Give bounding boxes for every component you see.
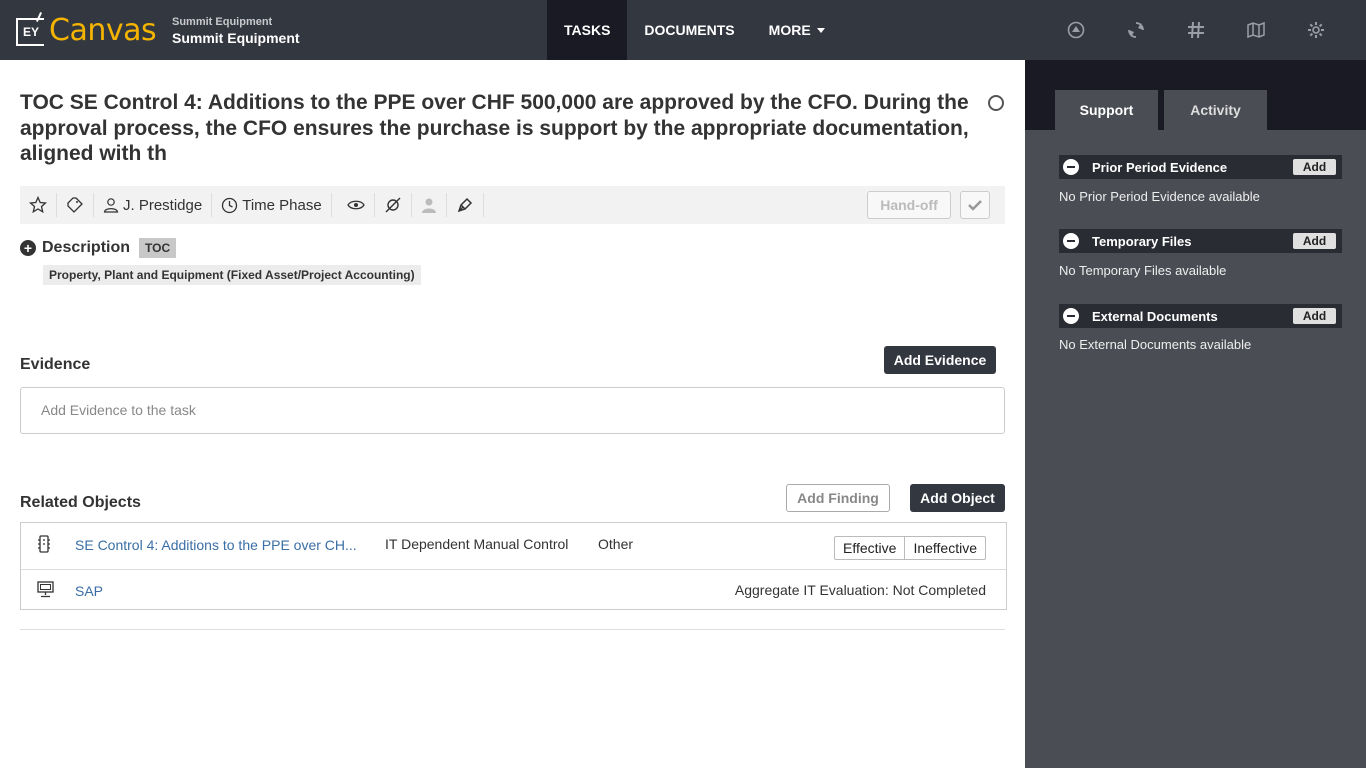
- refresh-icon[interactable]: [1124, 18, 1148, 42]
- ey-logo-text: EY: [23, 25, 40, 39]
- tag-button[interactable]: [57, 193, 94, 217]
- add-external-document-button[interactable]: Add: [1293, 308, 1336, 324]
- aggregate-value: Not Completed: [892, 582, 986, 598]
- related-objects-table: SE Control 4: Additions to the PPE over …: [20, 522, 1007, 610]
- add-temporary-file-button[interactable]: Add: [1293, 233, 1336, 249]
- prior-period-evidence-header: Prior Period Evidence Add: [1059, 155, 1342, 179]
- not-applicable-button[interactable]: [375, 193, 412, 217]
- add-prior-evidence-button[interactable]: Add: [1293, 159, 1336, 175]
- main-content: TOC SE Control 4: Additions to the PPE o…: [0, 60, 1025, 768]
- effectiveness-toggle: Effective Ineffective: [834, 536, 986, 560]
- brand-name[interactable]: Canvas: [49, 13, 157, 48]
- toc-badge: TOC: [139, 238, 177, 258]
- evidence-input[interactable]: [41, 402, 641, 418]
- section-title: Prior Period Evidence: [1092, 159, 1228, 175]
- system-icon: [37, 581, 54, 601]
- clock-icon: [222, 197, 238, 213]
- evidence-heading: Evidence: [20, 356, 91, 373]
- tag-icon: [67, 197, 83, 213]
- user-icon: [103, 198, 119, 213]
- empty-message: No Temporary Files available: [1059, 263, 1227, 278]
- table-footer-divider: [20, 628, 1005, 630]
- related-objects-heading: Related Objects: [20, 494, 141, 511]
- expand-plus-icon[interactable]: +: [20, 240, 36, 256]
- description-row: + Description TOC: [20, 238, 177, 258]
- account-pill: Property, Plant and Equipment (Fixed Ass…: [43, 265, 421, 285]
- task-toolbar: J. Prestidge Time Phase Hand-off: [20, 186, 1005, 224]
- handoff-button[interactable]: Hand-off: [867, 191, 951, 219]
- assignee-button[interactable]: J. Prestidge: [94, 193, 213, 217]
- checkmark-icon: [968, 200, 982, 211]
- star-icon: [29, 196, 47, 214]
- effective-button[interactable]: Effective: [835, 537, 904, 559]
- client-label: Summit Equipment: [172, 16, 273, 28]
- nav-tasks[interactable]: TASKS: [547, 0, 628, 60]
- control-icon: [37, 535, 51, 556]
- hash-icon[interactable]: [1184, 18, 1208, 42]
- support-panel: Support Activity Prior Period Evidence A…: [1025, 60, 1366, 768]
- control-category: Other: [598, 536, 634, 552]
- add-object-button[interactable]: Add Object: [910, 484, 1005, 512]
- eye-icon: [346, 200, 365, 210]
- tab-support[interactable]: Support: [1055, 90, 1158, 130]
- client-name[interactable]: Summit Equipment: [172, 30, 300, 46]
- control-link[interactable]: SE Control 4: Additions to the PPE over …: [75, 537, 357, 553]
- caret-down-icon: [816, 27, 825, 33]
- collapse-minus-icon[interactable]: [1063, 233, 1079, 249]
- evidence-box: [20, 387, 1005, 434]
- section-title: Temporary Files: [1092, 233, 1192, 249]
- section-title: External Documents: [1092, 308, 1218, 324]
- no-sign-icon: [385, 197, 401, 213]
- aggregate-evaluation: Aggregate IT Evaluation: Not Completed: [735, 582, 986, 598]
- main-nav: TASKS DOCUMENTS MORE: [547, 0, 842, 60]
- external-documents-header: External Documents Add: [1059, 304, 1342, 328]
- collapse-minus-icon[interactable]: [1063, 308, 1079, 324]
- empty-message: No Prior Period Evidence available: [1059, 189, 1260, 204]
- table-row: SAP Aggregate IT Evaluation: Not Complet…: [21, 570, 1006, 610]
- collapse-minus-icon[interactable]: [1063, 159, 1079, 175]
- top-icon-bar: [1064, 18, 1328, 42]
- nav-more-label: MORE: [768, 22, 811, 38]
- guidance-icon[interactable]: [1064, 18, 1088, 42]
- watch-button[interactable]: [338, 193, 375, 217]
- add-evidence-button[interactable]: Add Evidence: [884, 346, 996, 374]
- reviewer-button[interactable]: [412, 193, 447, 217]
- phase-button[interactable]: Time Phase: [212, 193, 332, 217]
- sap-link[interactable]: SAP: [75, 583, 103, 599]
- nav-documents[interactable]: DOCUMENTS: [627, 0, 751, 60]
- empty-message: No External Documents available: [1059, 337, 1252, 352]
- tab-activity[interactable]: Activity: [1164, 90, 1267, 130]
- ey-logo[interactable]: EY: [16, 18, 44, 46]
- temporary-files-header: Temporary Files Add: [1059, 229, 1342, 253]
- map-icon[interactable]: [1244, 18, 1268, 42]
- status-circle-icon[interactable]: [988, 95, 1004, 111]
- description-label[interactable]: Description: [42, 239, 130, 257]
- complete-button[interactable]: [960, 191, 990, 219]
- add-finding-button[interactable]: Add Finding: [786, 484, 890, 512]
- pen-icon: [457, 197, 472, 213]
- ineffective-button[interactable]: Ineffective: [904, 537, 985, 559]
- settings-icon[interactable]: [1304, 18, 1328, 42]
- phase-label: Time Phase: [242, 196, 322, 214]
- sign-off-button[interactable]: [447, 193, 484, 217]
- aggregate-label: Aggregate IT Evaluation:: [734, 582, 889, 598]
- assignee-name: J. Prestidge: [123, 196, 203, 214]
- table-row: SE Control 4: Additions to the PPE over …: [21, 523, 1006, 570]
- person-icon: [421, 198, 436, 213]
- nav-more[interactable]: MORE: [752, 0, 842, 60]
- control-type: IT Dependent Manual Control: [385, 536, 569, 552]
- top-bar: EY Canvas Summit Equipment Summit Equipm…: [0, 0, 1366, 60]
- task-title: TOC SE Control 4: Additions to the PPE o…: [20, 91, 969, 165]
- favorite-button[interactable]: [20, 193, 57, 217]
